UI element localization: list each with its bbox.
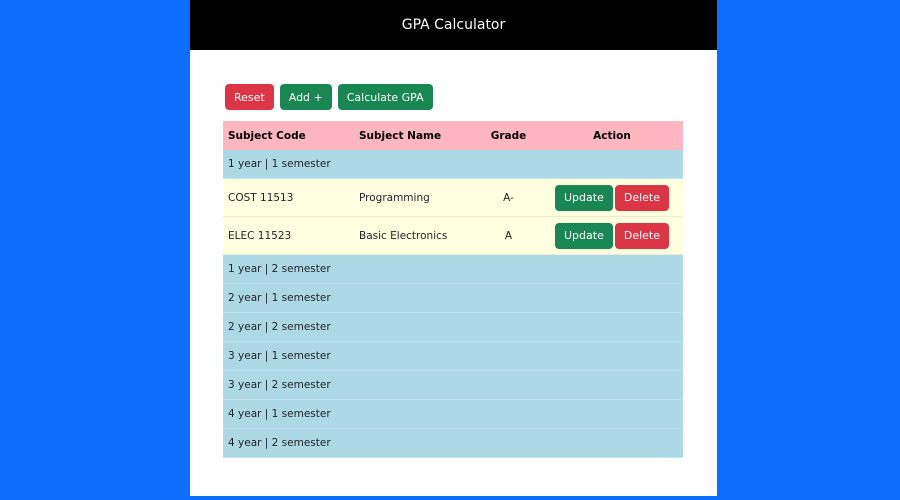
- app-container: GPA Calculator Reset Add + Calculate GPA…: [190, 0, 717, 496]
- table-header-row: Subject Code Subject Name Grade Action: [223, 121, 683, 150]
- app-header: GPA Calculator: [190, 0, 717, 50]
- update-button[interactable]: Update: [555, 184, 613, 211]
- page-title: GPA Calculator: [401, 17, 506, 33]
- semester-label: 1 year | 1 semester: [223, 150, 683, 179]
- subject-code-cell: COST 11513: [223, 178, 354, 217]
- update-button[interactable]: Update: [555, 222, 613, 249]
- table-row: COST 11513 Programming A- Update Delete: [223, 178, 683, 217]
- semester-label: 3 year | 1 semester: [223, 341, 683, 371]
- calculate-gpa-button[interactable]: Calculate GPA: [337, 84, 433, 110]
- grade-cell: A: [476, 216, 541, 255]
- semester-label: 3 year | 2 semester: [223, 370, 683, 400]
- add-button[interactable]: Add +: [279, 84, 332, 110]
- semester-label: 4 year | 1 semester: [223, 399, 683, 429]
- delete-button[interactable]: Delete: [614, 222, 669, 249]
- action-cell: Update Delete: [541, 216, 683, 255]
- semester-row: 1 year | 1 semester: [223, 150, 683, 179]
- semester-label: 4 year | 2 semester: [223, 428, 683, 458]
- column-header-grade: Grade: [476, 121, 541, 150]
- semester-row: 4 year | 1 semester: [223, 399, 683, 429]
- semester-row: 1 year | 2 semester: [223, 254, 683, 284]
- column-header-subject-name: Subject Name: [354, 121, 476, 150]
- subject-code-cell: ELEC 11523: [223, 216, 354, 255]
- grade-cell: A-: [476, 178, 541, 217]
- column-header-subject-code: Subject Code: [223, 121, 354, 150]
- semester-row: 2 year | 2 semester: [223, 312, 683, 342]
- table-row: ELEC 11523 Basic Electronics A Update Delete: [223, 216, 683, 255]
- semester-row: 3 year | 1 semester: [223, 341, 683, 371]
- semester-label: 2 year | 2 semester: [223, 312, 683, 342]
- subject-name-cell: Programming: [354, 178, 476, 217]
- reset-button[interactable]: Reset: [225, 84, 274, 110]
- action-cell: Update Delete: [541, 178, 683, 217]
- table-body: 1 year | 1 semester COST 11513 Programming…: [223, 150, 683, 458]
- semester-row: 4 year | 2 semester: [223, 428, 683, 458]
- semester-label: 1 year | 2 semester: [223, 254, 683, 284]
- semester-label: 2 year | 1 semester: [223, 283, 683, 313]
- toolbar: Reset Add + Calculate GPA: [225, 84, 433, 110]
- subject-name-cell: Basic Electronics: [354, 216, 476, 255]
- delete-button[interactable]: Delete: [614, 184, 669, 211]
- column-header-action: Action: [541, 121, 683, 150]
- gpa-table: Subject Code Subject Name Grade Action 1…: [223, 121, 683, 458]
- semester-row: 3 year | 2 semester: [223, 370, 683, 400]
- semester-row: 2 year | 1 semester: [223, 283, 683, 313]
